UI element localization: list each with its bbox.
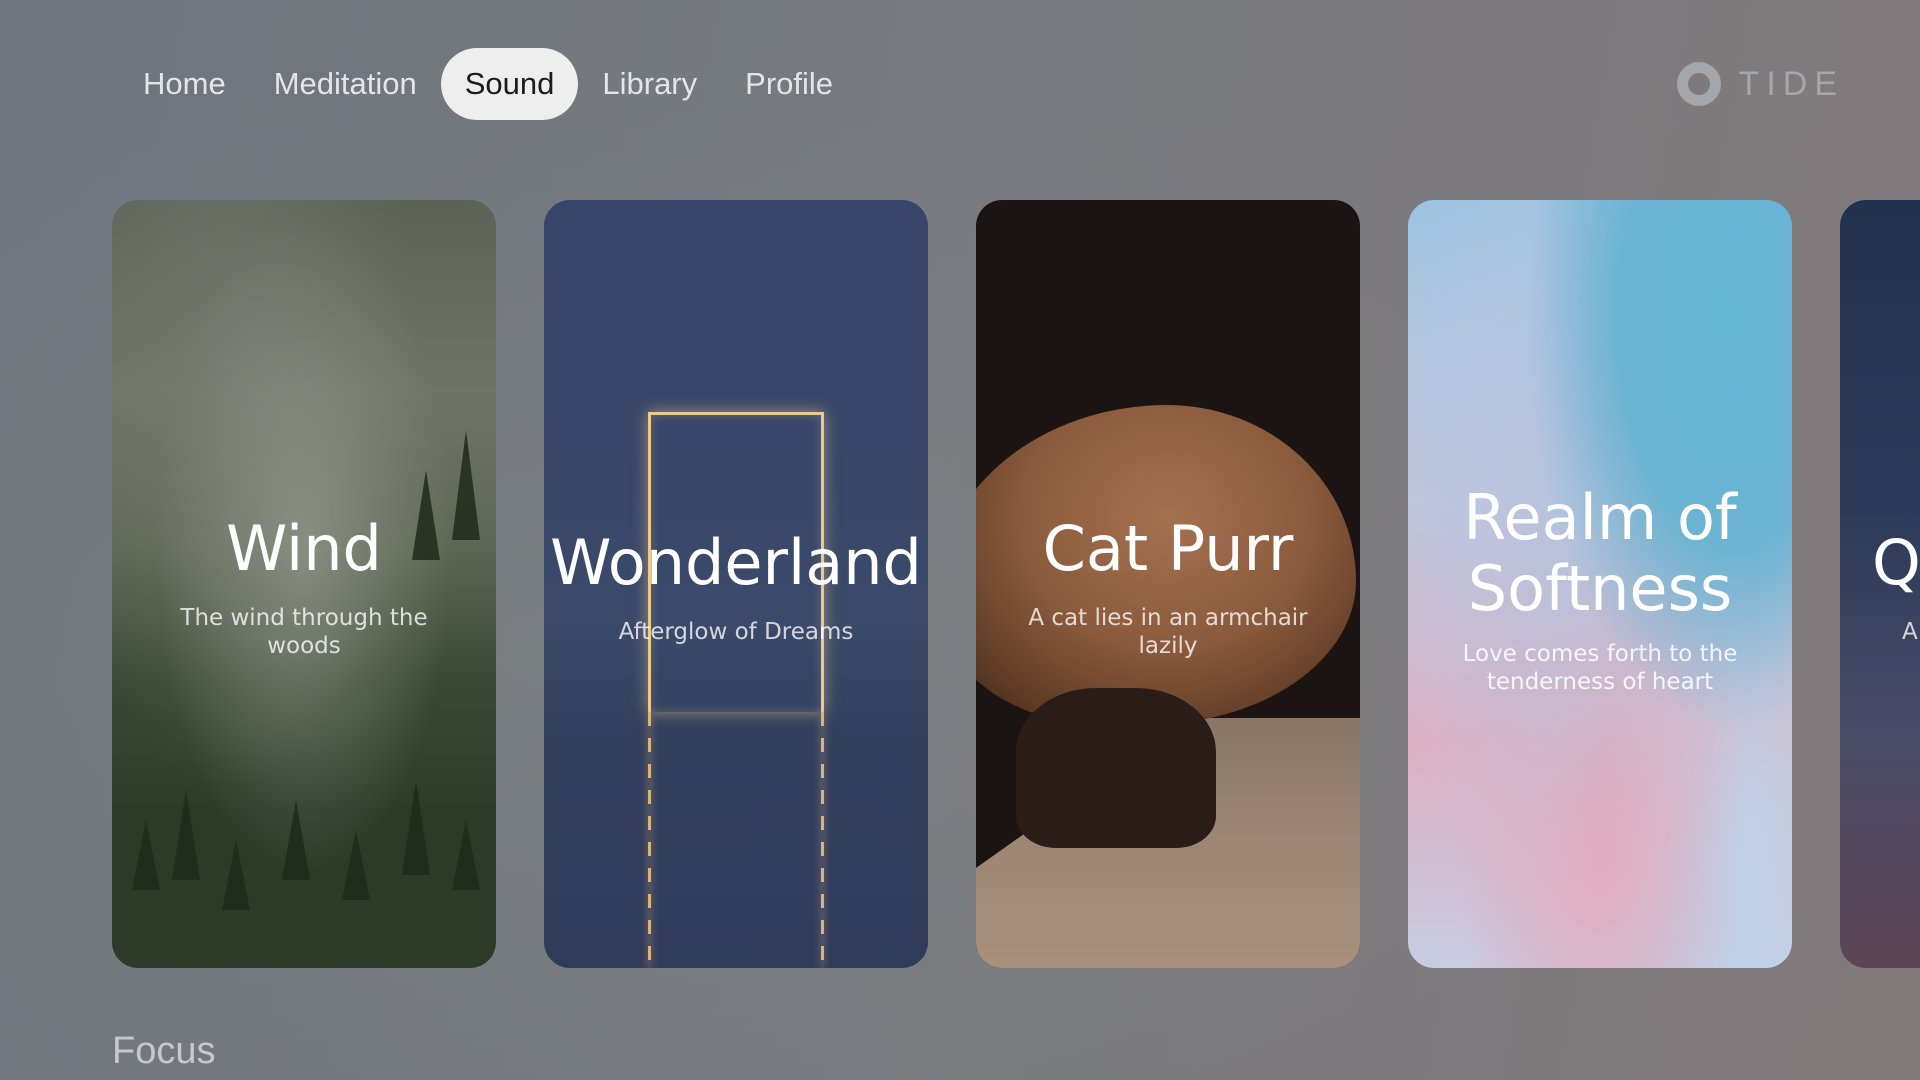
- tree-decoration: [222, 840, 250, 910]
- card-title: Wind: [226, 512, 382, 585]
- card-title: Wonderland: [550, 526, 922, 599]
- card-subtitle: Love comes forth to the tenderness of he…: [1462, 641, 1738, 695]
- card-subtitle: A cat lies in an armchair lazily: [1028, 605, 1308, 659]
- tab-profile[interactable]: Profile: [721, 48, 857, 120]
- tab-home[interactable]: Home: [119, 48, 250, 120]
- tree-decoration: [132, 820, 160, 890]
- portal-reflection: [821, 712, 824, 968]
- tree-decoration: [172, 790, 200, 880]
- brand-name: TIDE: [1738, 64, 1844, 103]
- card-title: Q: [1872, 526, 1920, 599]
- card-title: Realm of Softness: [1463, 481, 1737, 626]
- tab-meditation[interactable]: Meditation: [250, 48, 441, 120]
- sound-card-cat-purr[interactable]: Cat Purr A cat lies in an armchair lazil…: [976, 200, 1360, 968]
- card-subtitle: Afterglow of Dreams: [618, 619, 854, 645]
- portal-reflection: [648, 712, 651, 968]
- tree-decoration: [282, 800, 310, 880]
- sound-card-carousel: Wind The wind through the woods Wonderla…: [112, 200, 1920, 968]
- sound-card-wind[interactable]: Wind The wind through the woods: [112, 200, 496, 968]
- section-title-focus: Focus: [112, 1030, 216, 1072]
- sound-card-partial[interactable]: Q A: [1840, 200, 1920, 968]
- top-navigation: Home Meditation Sound Library Profile: [119, 48, 857, 120]
- cat-shadow: [1016, 688, 1216, 848]
- sound-card-wonderland[interactable]: Wonderland Afterglow of Dreams: [544, 200, 928, 968]
- tab-sound[interactable]: Sound: [440, 48, 579, 120]
- brand-logo: TIDE: [1676, 60, 1844, 108]
- card-subtitle: A: [1902, 619, 1918, 645]
- tree-decoration: [342, 830, 370, 900]
- card-title: Cat Purr: [1042, 512, 1294, 585]
- ring-logo-icon: [1676, 62, 1721, 106]
- tab-library[interactable]: Library: [578, 48, 721, 120]
- card-subtitle: The wind through the woods: [180, 605, 428, 659]
- tree-decoration: [452, 820, 480, 890]
- tree-decoration: [402, 780, 430, 875]
- sound-card-realm-of-softness[interactable]: Realm of Softness Love comes forth to th…: [1408, 200, 1792, 968]
